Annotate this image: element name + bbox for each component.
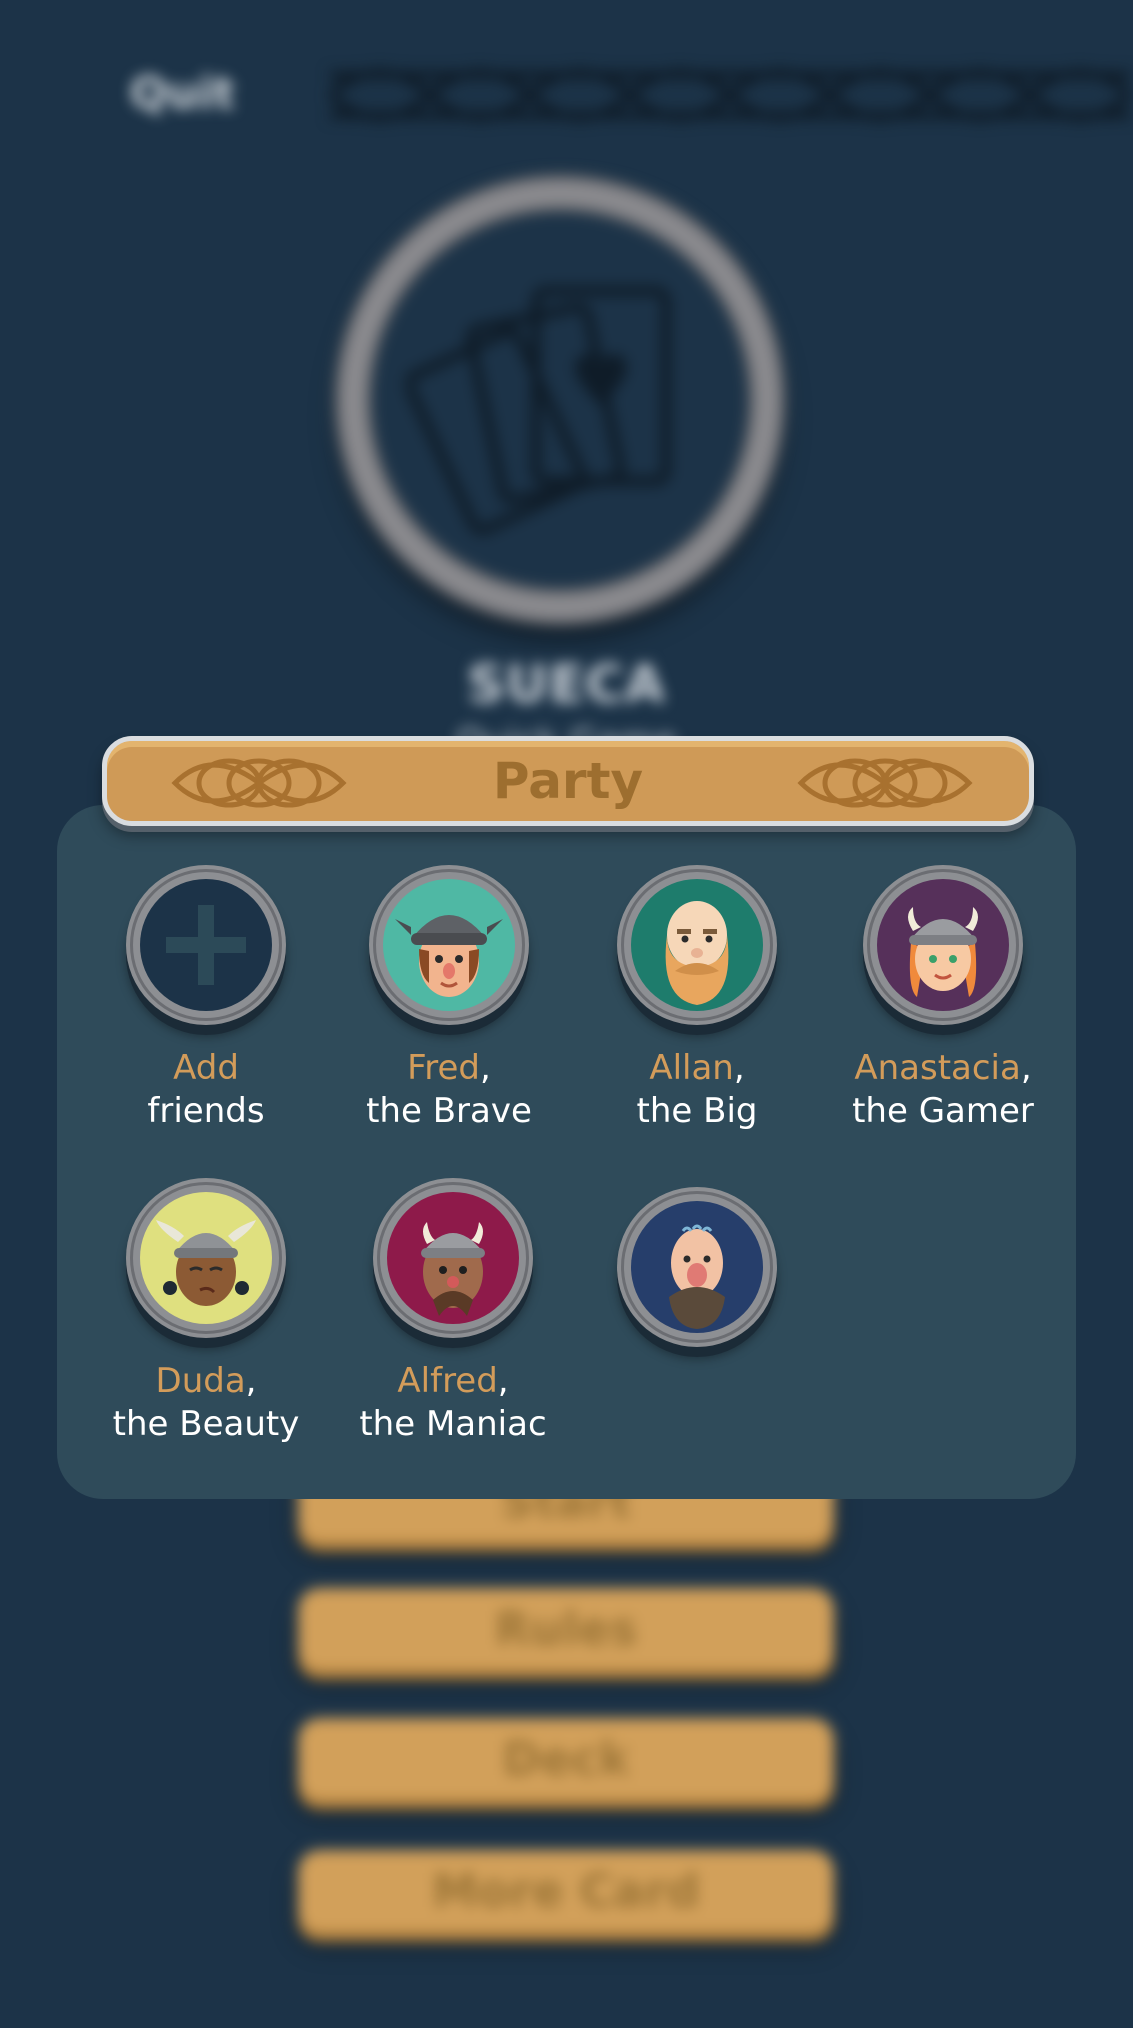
viking-alfred-avatar-icon xyxy=(421,1222,485,1316)
quit-button[interactable]: Quit xyxy=(130,68,235,119)
playing-cards-icon xyxy=(406,286,671,536)
viking-fred-avatar-icon xyxy=(395,915,503,997)
member-name: Fred xyxy=(407,1048,480,1088)
party-member-unnamed[interactable] xyxy=(572,1187,822,1347)
name-separator: , xyxy=(733,1048,745,1088)
member-name: Allan xyxy=(649,1048,734,1088)
avatar[interactable] xyxy=(373,1178,533,1338)
deck-button[interactable]: Deck xyxy=(298,1718,834,1800)
avatar[interactable] xyxy=(126,865,286,1025)
member-name: Duda xyxy=(155,1361,246,1401)
name-separator: , xyxy=(497,1361,509,1401)
member-title: the Beauty xyxy=(112,1404,300,1444)
party-member-alfred[interactable]: Alfred, the Maniac xyxy=(328,1178,578,1446)
viking-anastacia-avatar-icon xyxy=(908,907,978,997)
avatar[interactable] xyxy=(617,865,777,1025)
member-name: Anastacia xyxy=(854,1048,1021,1088)
member-title: the Gamer xyxy=(852,1091,1034,1131)
avatar[interactable] xyxy=(863,865,1023,1025)
name-separator: , xyxy=(245,1361,257,1401)
member-title: the Maniac xyxy=(359,1404,547,1444)
member-title: the Brave xyxy=(366,1091,532,1131)
party-banner: Party xyxy=(102,736,1034,826)
party-member-fred[interactable]: Fred, the Brave xyxy=(324,865,574,1133)
member-name: Alfred xyxy=(397,1361,498,1401)
name-separator: , xyxy=(1020,1048,1032,1088)
viking-duda-avatar-icon xyxy=(156,1220,256,1306)
plus-icon xyxy=(166,905,246,985)
add-label: Add xyxy=(173,1048,239,1088)
more-card-button[interactable]: More Card xyxy=(298,1850,834,1932)
party-member-allan[interactable]: Allan, the Big xyxy=(572,865,822,1133)
viking-bald-avatar-icon xyxy=(669,1224,725,1329)
game-title: SUECA xyxy=(467,655,666,715)
rules-button[interactable]: Rules xyxy=(298,1588,834,1670)
avatar[interactable] xyxy=(617,1187,777,1347)
celtic-knot-icon xyxy=(797,758,973,808)
party-member-duda[interactable]: Duda, the Beauty xyxy=(81,1178,331,1446)
game-logo xyxy=(340,180,780,620)
member-title: the Big xyxy=(636,1091,758,1131)
viking-allan-avatar-icon xyxy=(665,901,729,1005)
avatar[interactable] xyxy=(126,1178,286,1338)
add-friends-button[interactable]: Add friends xyxy=(81,865,331,1133)
party-member-anastacia[interactable]: Anastacia, the Gamer xyxy=(818,865,1068,1133)
friends-label: friends xyxy=(147,1091,265,1131)
celtic-band-decoration xyxy=(330,68,1130,122)
avatar[interactable] xyxy=(369,865,529,1025)
name-separator: , xyxy=(480,1048,491,1088)
